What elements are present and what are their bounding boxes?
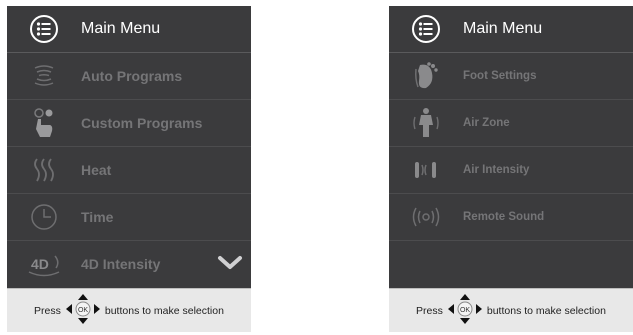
menu-item-air-intensity[interactable]: Air Intensity <box>389 147 633 194</box>
menu-item-label: Remote Sound <box>463 211 545 223</box>
menu-item-label: Foot Settings <box>463 70 537 82</box>
dpad-icon: OK <box>446 292 484 329</box>
page-title: Main Menu <box>81 20 161 37</box>
menu-header: Main Menu <box>7 6 251 53</box>
heat-icon <box>7 156 81 184</box>
menu-header: Main Menu <box>389 6 633 53</box>
menu-item-auto-programs[interactable]: Auto Programs <box>7 53 251 100</box>
menu-item-label: Air Zone <box>463 117 510 129</box>
list-circle-icon <box>389 14 463 44</box>
foot-icon <box>389 61 463 91</box>
footer-suffix: buttons to make selection <box>104 304 224 317</box>
menu-item-label: Air Intensity <box>463 164 530 176</box>
air-intensity-icon <box>389 157 463 183</box>
menu-item-label: Heat <box>81 162 112 178</box>
footer-suffix: buttons to make selection <box>486 304 606 317</box>
footer-prefix: Press <box>34 304 61 317</box>
remote-sound-icon <box>389 204 463 230</box>
main-menu-panel-left: Main Menu Auto Programs Custom Programs <box>7 6 251 332</box>
svg-text:4D: 4D <box>31 256 49 272</box>
menu-item-empty <box>389 241 633 287</box>
menu-item-label: Custom Programs <box>81 115 203 131</box>
menu-item-label: Time <box>81 209 114 225</box>
menu-item-label: Auto Programs <box>81 68 183 84</box>
clock-icon <box>7 203 81 231</box>
air-zone-icon <box>389 107 463 139</box>
menu-item-label: 4D Intensity <box>81 256 161 272</box>
menu-item-4d-intensity[interactable]: 4D 4D Intensity <box>7 241 251 287</box>
footer-hint: Press OK buttons to make selection <box>7 289 251 332</box>
menu-item-time[interactable]: Time <box>7 194 251 241</box>
menu-item-remote-sound[interactable]: Remote Sound <box>389 194 633 241</box>
menu-item-foot-settings[interactable]: Foot Settings <box>389 53 633 100</box>
list-circle-icon <box>7 14 81 44</box>
menu-item-custom-programs[interactable]: Custom Programs <box>7 100 251 147</box>
svg-text:OK: OK <box>78 307 88 314</box>
hand-touch-icon <box>7 107 81 139</box>
footer-prefix: Press <box>416 304 443 317</box>
wave-icon <box>7 63 81 89</box>
svg-text:OK: OK <box>460 307 470 314</box>
dpad-icon: OK <box>64 292 102 329</box>
footer-hint: Press OK buttons to make selection <box>389 289 633 332</box>
main-menu-panel-right: Main Menu Foot Settings Air Zone Air Int… <box>389 6 633 332</box>
intensity-4d-icon: 4D <box>7 250 81 278</box>
menu-item-air-zone[interactable]: Air Zone <box>389 100 633 147</box>
chevron-down-icon[interactable] <box>217 254 243 277</box>
page-title: Main Menu <box>463 20 543 37</box>
menu-item-heat[interactable]: Heat <box>7 147 251 194</box>
